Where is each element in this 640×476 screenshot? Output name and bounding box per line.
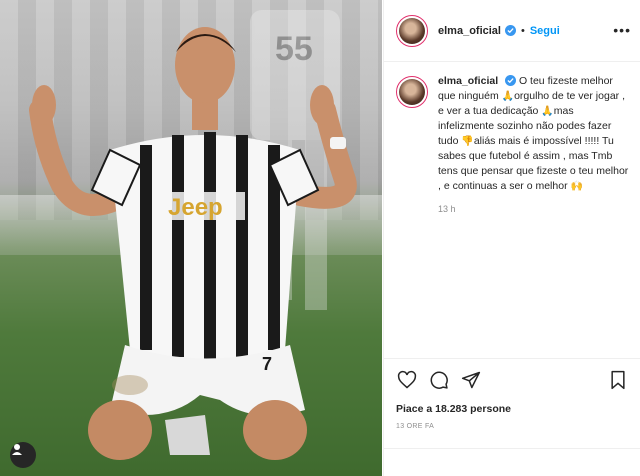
avatar[interactable] [396,14,428,47]
caption-text: elma_oficial O teu fizeste melhor que ni… [438,74,629,194]
post-header: elma_oficial • Segui ••• [384,0,640,62]
verified-badge-icon [504,25,516,36]
action-icons [396,367,629,393]
comment-icon[interactable] [428,369,450,391]
follow-button[interactable]: Segui [530,25,560,37]
bookmark-icon[interactable] [607,369,629,391]
caption-verified-badge-icon [505,75,517,86]
praying-hands-emoji: 🙏 [501,91,515,102]
comments-section: elma_oficial O teu fizeste melhor que ni… [384,62,640,358]
caption-avatar[interactable] [396,76,428,108]
shorts-number: 7 [262,354,272,374]
add-comment-bar[interactable] [384,448,640,476]
caption: elma_oficial O teu fizeste melhor que ni… [396,74,629,194]
background-player-number: 55 [275,30,313,68]
raised-hands-emoji: 🙌 [570,181,583,192]
jersey-sponsor-text: Jeep [168,194,223,221]
likes-count[interactable]: Piace a 18.283 persone [396,403,629,415]
caption-username[interactable]: elma_oficial [438,75,498,87]
post-timestamp: 13 ORE FA [396,423,435,430]
more-options-icon[interactable]: ••• [613,22,631,38]
header-username[interactable]: elma_oficial [438,25,501,37]
thumbs-down-emoji: 👎 [461,136,474,147]
user-tag-icon[interactable] [10,442,36,468]
post-photo[interactable]: 55 Jeep 7 [0,0,382,476]
post-sidebar: elma_oficial • Segui ••• elma_oficial O … [383,0,640,476]
header-separator: • [520,24,525,37]
share-icon[interactable] [460,369,482,391]
praying-hands-emoji-2: 🙏 [541,106,554,117]
player-illustration: 55 Jeep 7 [29,10,357,460]
caption-time-ago: 13 h [438,204,456,214]
heart-icon[interactable] [396,369,418,391]
